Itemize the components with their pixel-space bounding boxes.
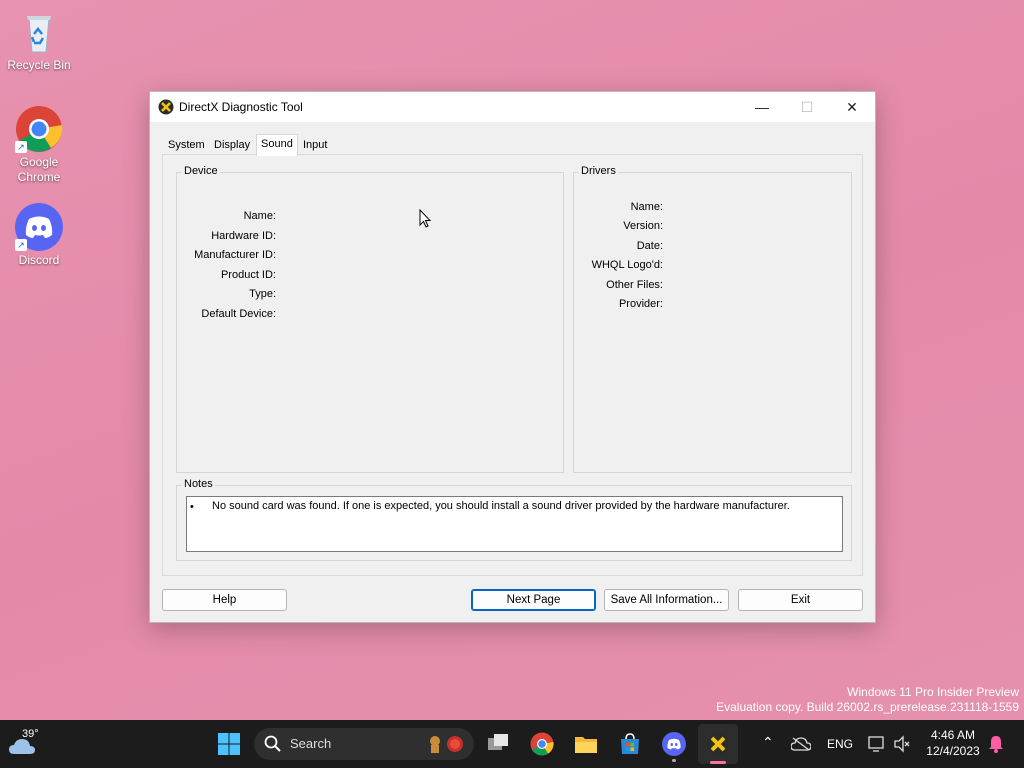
desktop-icon-label: Discord xyxy=(18,253,60,267)
driver-other-files-label: Other Files: xyxy=(606,279,663,291)
tab-input[interactable]: Input xyxy=(299,136,331,154)
volume-muted-icon[interactable] xyxy=(893,735,911,753)
device-name-label: Name: xyxy=(243,210,276,222)
shortcut-arrow-icon: ↗ xyxy=(15,239,27,251)
window-title: DirectX Diagnostic Tool xyxy=(179,100,303,114)
watermark-line-2: Evaluation copy. Build 26002.rs_prerelea… xyxy=(716,700,1019,714)
desktop-icon-discord[interactable]: ↗ Discord xyxy=(4,203,74,268)
directx-icon xyxy=(706,732,730,756)
driver-version-label: Version: xyxy=(623,220,663,232)
folder-icon xyxy=(575,737,597,753)
weather-widget[interactable]: 39° xyxy=(8,728,52,760)
desktop-icon-label: Google Chrome xyxy=(17,155,61,184)
driver-whql-label: WHQL Logo'd: xyxy=(591,259,663,271)
active-indicator xyxy=(710,761,726,764)
taskbar-file-explorer[interactable] xyxy=(574,732,598,756)
language-indicator[interactable]: ENG xyxy=(827,737,853,751)
bullet-icon: • xyxy=(190,501,194,513)
clock-time: 4:46 AM xyxy=(930,728,976,742)
notes-group-title: Notes xyxy=(182,478,215,490)
device-group-title: Device xyxy=(182,165,220,177)
drivers-group-title: Drivers xyxy=(579,165,618,177)
watermark-line-1: Windows 11 Pro Insider Preview xyxy=(847,685,1019,699)
close-button[interactable]: ✕ xyxy=(829,92,875,122)
taskbar-discord[interactable] xyxy=(662,732,686,762)
clock-date: 12/4/2023 xyxy=(926,744,980,758)
maximize-button[interactable]: ☐ xyxy=(784,92,830,122)
clock[interactable]: 4:46 AM 12/4/2023 xyxy=(920,727,986,759)
tab-display[interactable]: Display xyxy=(210,136,254,154)
mouse-cursor-icon xyxy=(419,209,431,228)
weather-temp: 39° xyxy=(22,728,39,740)
onedrive-icon[interactable] xyxy=(791,737,811,751)
notes-group: Notes • No sound card was found. If one … xyxy=(176,478,852,561)
search-highlight-icon xyxy=(430,736,463,753)
network-icon[interactable] xyxy=(868,735,886,753)
notes-textbox[interactable]: • No sound card was found. If one is exp… xyxy=(186,496,843,552)
search-box[interactable]: Search xyxy=(254,728,474,760)
minimize-button[interactable]: — xyxy=(739,92,785,122)
device-hardware-id-label: Hardware ID: xyxy=(211,230,276,242)
device-type-label: Type: xyxy=(249,288,276,300)
taskbar-chrome[interactable] xyxy=(530,732,554,756)
tab-sound[interactable]: Sound xyxy=(256,134,298,156)
help-button[interactable]: Help xyxy=(162,589,287,611)
driver-date-label: Date: xyxy=(636,240,663,252)
evaluation-watermark: Windows 11 Pro Insider Preview Evaluatio… xyxy=(716,685,1019,715)
search-label: Search xyxy=(290,736,332,751)
device-manufacturer-id-label: Manufacturer ID: xyxy=(194,249,276,261)
save-all-information-button[interactable]: Save All Information... xyxy=(604,589,729,611)
taskbar: 39° Search ⌃ ENG 4:46 AM 12/4/2023 xyxy=(0,720,1024,768)
chevron-up-icon[interactable]: ⌃ xyxy=(762,734,774,751)
exit-button[interactable]: Exit xyxy=(738,589,863,611)
device-default-device-label: Default Device: xyxy=(201,308,276,320)
sound-tab-panel: Device Name: Hardware ID: Manufacturer I… xyxy=(162,154,863,576)
task-view-icon xyxy=(488,734,508,750)
chrome-icon: ↗ xyxy=(15,105,63,153)
windows-logo-icon xyxy=(218,733,240,755)
search-icon xyxy=(264,735,281,752)
drivers-group: Drivers Name: Version: Date: WHQL Logo'd… xyxy=(573,165,852,473)
discord-icon xyxy=(662,732,686,756)
directx-diagnostic-window: DirectX Diagnostic Tool — ☐ ✕ System Dis… xyxy=(149,91,876,623)
device-product-id-label: Product ID: xyxy=(220,269,276,281)
driver-provider-label: Provider: xyxy=(618,298,663,310)
device-group: Device Name: Hardware ID: Manufacturer I… xyxy=(176,165,564,473)
task-view-button[interactable] xyxy=(486,732,510,756)
running-indicator xyxy=(672,759,676,762)
driver-name-label: Name: xyxy=(630,201,663,213)
chrome-icon xyxy=(530,732,554,756)
notes-item: No sound card was found. If one is expec… xyxy=(212,500,790,512)
title-bar[interactable]: DirectX Diagnostic Tool — ☐ ✕ xyxy=(150,92,875,122)
tab-system[interactable]: System xyxy=(164,136,209,154)
desktop-icon-recycle-bin[interactable]: Recycle Bin xyxy=(4,8,74,73)
next-page-button[interactable]: Next Page xyxy=(471,589,596,611)
recycle-bin-icon xyxy=(15,8,63,56)
directx-icon xyxy=(158,99,174,115)
desktop-icon-google-chrome[interactable]: ↗ Google Chrome xyxy=(4,105,74,185)
notification-bell-icon[interactable] xyxy=(988,735,1004,753)
start-button[interactable] xyxy=(217,732,241,756)
shortcut-arrow-icon: ↗ xyxy=(15,141,27,153)
taskbar-directx[interactable] xyxy=(698,724,738,764)
store-icon xyxy=(621,733,639,754)
taskbar-store[interactable] xyxy=(618,732,642,756)
desktop-icon-label: Recycle Bin xyxy=(7,58,71,72)
discord-icon: ↗ xyxy=(15,203,63,251)
